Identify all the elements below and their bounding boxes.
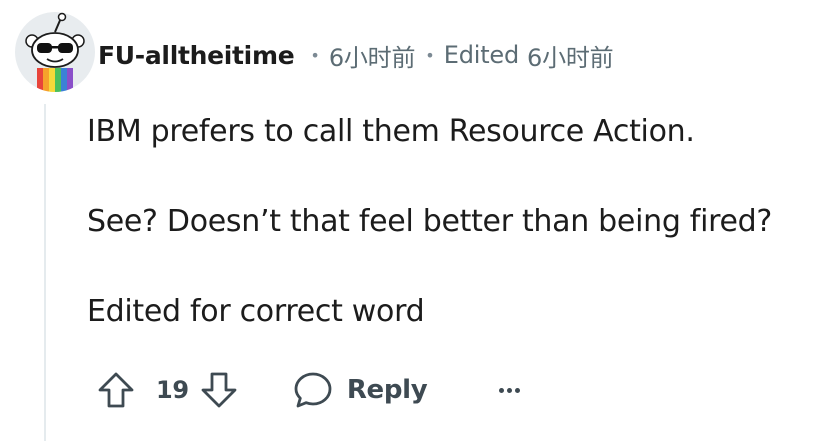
separator-dot: •	[425, 45, 435, 65]
upvote-button[interactable]	[96, 368, 136, 412]
reply-button[interactable]: Reply	[293, 370, 428, 410]
edited-timestamp[interactable]: 6小时前	[527, 38, 614, 73]
comment-paragraph: See? Doesn’t that feel better than being…	[87, 204, 772, 239]
comment-paragraph: Edited for correct word	[87, 294, 425, 329]
edited-label: Edited	[443, 41, 520, 69]
ellipsis-dot-icon	[499, 387, 505, 393]
arrow-down-icon	[201, 372, 237, 408]
downvote-button[interactable]	[199, 368, 239, 412]
thread-line[interactable]	[44, 104, 46, 441]
reply-label: Reply	[346, 375, 428, 405]
vote-score: 19	[156, 376, 189, 404]
comment-header: FU-alltheitime • 6小时前 • Edited 6小时前	[98, 36, 614, 74]
arrow-up-icon	[98, 372, 134, 408]
more-options-button[interactable]	[499, 368, 521, 412]
user-avatar[interactable]	[15, 12, 95, 92]
comment-timestamp[interactable]: 6小时前	[329, 38, 416, 73]
snoo-avatar-icon	[15, 12, 95, 92]
ellipsis-dot-icon	[507, 387, 513, 393]
comment-actions: 19 Reply	[96, 362, 521, 418]
comment-paragraph: IBM prefers to call them Resource Action…	[87, 114, 695, 149]
author-username[interactable]: FU-alltheitime	[98, 41, 295, 70]
ellipsis-dot-icon	[515, 387, 521, 393]
separator-dot: •	[310, 45, 320, 65]
speech-bubble-icon	[294, 372, 332, 408]
